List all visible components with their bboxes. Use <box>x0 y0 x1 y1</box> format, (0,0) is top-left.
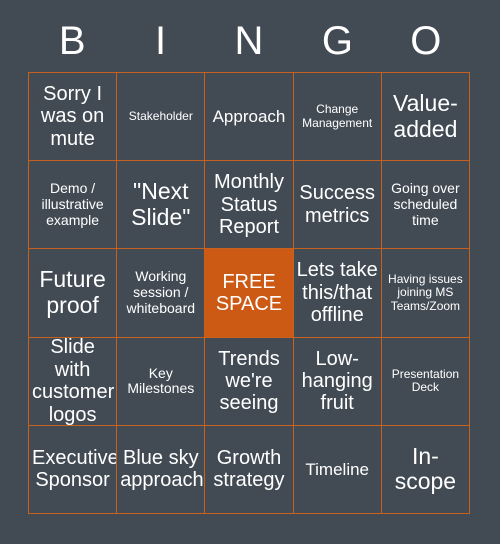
bingo-cell[interactable]: Approach <box>205 73 294 162</box>
bingo-cell-label: Approach <box>212 107 286 127</box>
bingo-cell[interactable]: Change Management <box>293 73 382 162</box>
bingo-header: B I N G O <box>28 10 470 72</box>
bingo-cell-label: Sorry I was on mute <box>40 83 105 150</box>
bingo-cell-label: Change Management <box>302 102 373 130</box>
bingo-cell[interactable]: Executive Sponsor <box>29 425 118 514</box>
bingo-header-letter-i: I <box>155 19 167 63</box>
bingo-cell-label: Future proof <box>39 266 106 318</box>
bingo-cell-label: "Next Slide" <box>131 178 191 230</box>
bingo-card: B I N G O Sorry I was on mute Stakeholder… <box>0 0 500 544</box>
bingo-cell-label: Lets take this/that offline <box>296 259 378 327</box>
bingo-cell-label: Having issues joining MS Teams/Zoom <box>388 271 463 313</box>
bingo-cell-label: Going over scheduled time <box>391 180 460 228</box>
bingo-cell-label: Timeline <box>305 459 369 479</box>
bingo-cell[interactable]: Growth strategy <box>205 425 294 514</box>
bingo-cell-label: Monthly Status Report <box>213 171 284 238</box>
bingo-cell[interactable]: "Next Slide" <box>117 161 206 250</box>
bingo-cell-label: Growth strategy <box>213 447 285 492</box>
bingo-header-letter-b: B <box>58 19 86 63</box>
bingo-cell[interactable]: Having issues joining MS Teams/Zoom <box>381 249 470 338</box>
bingo-cell[interactable]: Success metrics <box>293 161 382 250</box>
bingo-cell-label: In-scope <box>394 442 457 495</box>
bingo-cell[interactable]: Low-hanging fruit <box>293 337 382 426</box>
bingo-cell-label: Demo / illustrative example <box>41 180 104 228</box>
bingo-cell-label: Key Milestones <box>127 364 195 397</box>
bingo-cell[interactable]: Future proof <box>29 249 118 338</box>
bingo-cell[interactable]: Key Milestones <box>117 337 206 426</box>
bingo-cell[interactable]: Demo / illustrative example <box>29 161 118 250</box>
bingo-cell[interactable]: Lets take this/that offline <box>293 249 382 338</box>
bingo-header-letter-n: N <box>234 19 264 63</box>
bingo-cell[interactable]: Timeline <box>293 425 382 514</box>
bingo-cell-label: Working session / whiteboard <box>126 268 196 316</box>
bingo-cell[interactable]: Stakeholder <box>117 73 206 162</box>
bingo-cell[interactable]: Going over scheduled time <box>381 161 470 250</box>
bingo-header-letter-g: G <box>321 19 353 63</box>
bingo-cell-label: Value-added <box>393 89 458 142</box>
bingo-header-letter-o: O <box>410 19 442 63</box>
bingo-cell[interactable]: In-scope <box>381 425 470 514</box>
bingo-cell[interactable]: Blue sky approach <box>117 425 206 514</box>
bingo-cell-label: FREE SPACE <box>215 270 283 315</box>
bingo-cell-label: Blue sky approach <box>120 447 204 492</box>
bingo-cell[interactable]: Value-added <box>381 73 470 162</box>
bingo-cell[interactable]: Working session / whiteboard <box>117 249 206 338</box>
bingo-cell-label: Stakeholder <box>128 108 193 123</box>
bingo-cell-label: Low-hanging fruit <box>301 347 373 415</box>
bingo-grid: Sorry I was on mute Stakeholder Approach Ch… <box>28 72 470 514</box>
bingo-cell-label: Presentation Deck <box>391 366 460 395</box>
bingo-cell[interactable]: Presentation Deck <box>381 337 470 426</box>
bingo-cell-label: Success metrics <box>299 182 375 227</box>
bingo-cell[interactable]: Monthly Status Report <box>205 161 294 250</box>
bingo-cell[interactable]: Sorry I was on mute <box>29 73 118 162</box>
bingo-cell[interactable]: Slide with customer logos <box>29 337 118 426</box>
bingo-cell-label: Trends we're seeing <box>218 347 280 415</box>
bingo-cell-label: Slide with customer logos <box>32 337 115 426</box>
bingo-cell-label: Executive Sponsor <box>32 447 118 492</box>
bingo-cell[interactable]: Trends we're seeing <box>205 337 294 426</box>
bingo-cell-free-space[interactable]: FREE SPACE <box>205 249 294 338</box>
